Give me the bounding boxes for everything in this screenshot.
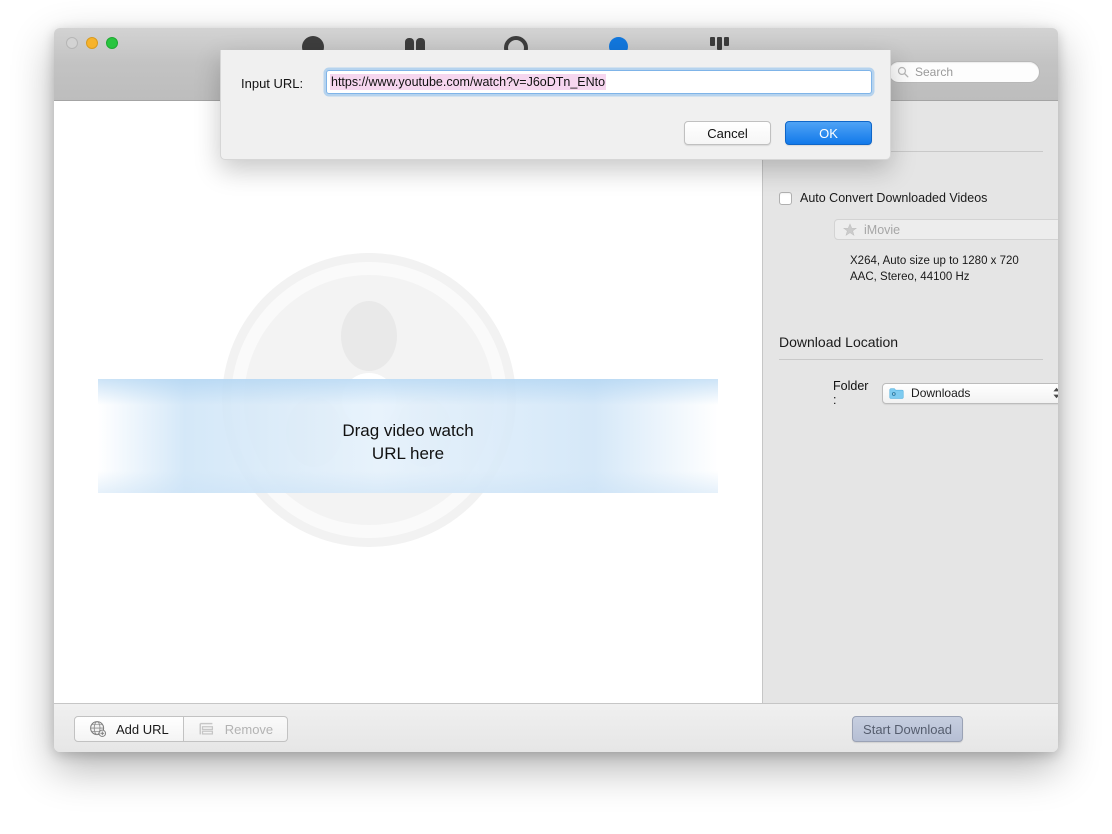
add-url-button[interactable]: Add URL [74,716,184,742]
star-icon [843,222,857,236]
screen: Search Drag video watch URL here Auto Co… [0,0,1112,834]
folder-label: Folder : [833,379,869,407]
drop-zone[interactable]: Drag video watch URL here [54,101,762,703]
codec-audio-line: AAC, Stereo, 44100 Hz [850,271,970,283]
cancel-label: Cancel [707,125,748,141]
maximize-button[interactable] [106,37,118,49]
search-placeholder: Search [915,65,954,79]
codec-video-line: X264, Auto size up to 1280 x 720 [850,255,1019,267]
start-download-button[interactable]: Start Download [852,716,963,742]
preset-combo: iMovie [834,219,1058,240]
close-button[interactable] [66,37,78,49]
preset-value: iMovie [864,222,901,237]
auto-convert-checkbox[interactable] [779,191,792,205]
cancel-button[interactable]: Cancel [684,121,771,145]
window-body: Drag video watch URL here Auto Convert D… [54,101,1058,703]
drop-zone-text-line1: Drag video watch [342,421,474,440]
url-input[interactable]: https://www.youtube.com/watch?v=J6oDTn_E… [326,70,872,94]
search-field[interactable]: Search [888,61,1040,83]
url-input-value: https://www.youtube.com/watch?v=J6oDTn_E… [330,74,607,90]
input-url-label: Input URL: [241,76,304,91]
globe-icon [90,721,107,738]
start-download-label: Start Download [863,721,952,737]
remove-list-icon [199,722,213,735]
remove-button[interactable]: Remove [183,716,289,742]
drop-zone-text: Drag video watch URL here [54,419,762,465]
dialog-actions: Cancel OK [684,121,872,145]
url-button-group: Add URL Remove [74,716,289,742]
window-controls [66,37,118,49]
bottom-toolbar: Add URL Remove Start Download [54,703,1058,752]
input-url-dialog: Input URL: https://www.youtube.com/watch… [220,50,891,160]
remove-label: Remove [224,721,274,737]
auto-convert-row[interactable]: Auto Convert Downloaded Videos [779,191,987,205]
add-url-label: Add URL [116,721,169,737]
ok-button[interactable]: OK [785,121,872,145]
search-icon [897,66,909,78]
settings-sidebar: Auto Convert Downloaded Videos iMovie X2… [762,101,1058,703]
folder-row: Folder : Downloads [833,379,1058,407]
download-location-title: Download Location [779,334,899,350]
sidebar-divider-download-location [779,359,1043,360]
folder-icon [889,387,904,399]
folder-popup-button[interactable]: Downloads [882,382,1058,404]
codec-info: X264, Auto size up to 1280 x 720 AAC, St… [850,253,1019,285]
chevron-updown-icon [1053,387,1058,399]
auto-convert-label: Auto Convert Downloaded Videos [800,191,988,205]
drop-zone-text-line2: URL here [371,444,445,463]
folder-value: Downloads [911,386,971,400]
minimize-button[interactable] [86,37,98,49]
ok-label: OK [819,125,838,141]
